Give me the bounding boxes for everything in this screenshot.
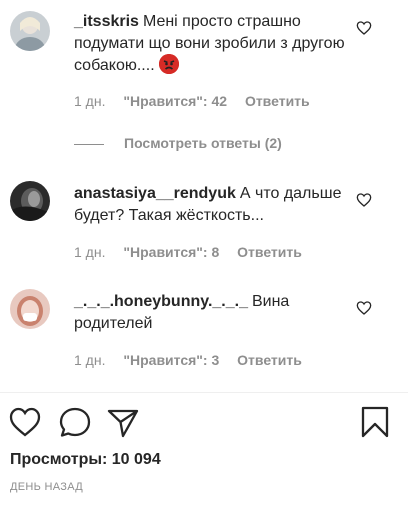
- angry-face-emoji-icon: [159, 53, 180, 74]
- comment-username[interactable]: anastasiya__rendyuk: [74, 185, 236, 202]
- divider: [0, 392, 408, 393]
- avatar[interactable]: [10, 289, 50, 329]
- comment-time: 1 дн.: [74, 244, 106, 260]
- comment-likes[interactable]: "Нравится": 42: [123, 93, 227, 109]
- reply-button[interactable]: Ответить: [237, 352, 302, 368]
- comment-meta: 1 дн. "Нравится": 8 Ответить: [74, 244, 316, 260]
- comment-time: 1 дн.: [74, 352, 106, 368]
- comment-likes[interactable]: "Нравится": 8: [123, 244, 219, 260]
- comment-username[interactable]: _._._.honeybunny._._._: [74, 293, 248, 310]
- view-replies-button[interactable]: Посмотреть ответы (2): [74, 135, 282, 151]
- views-count: Просмотры: 10 094: [10, 451, 161, 468]
- comment-text: _._._.honeybunny._._._ Вина родителей: [74, 291, 350, 335]
- reply-button[interactable]: Ответить: [245, 93, 310, 109]
- comment-time: 1 дн.: [74, 93, 106, 109]
- share-icon[interactable]: [106, 404, 140, 440]
- avatar[interactable]: [10, 11, 50, 51]
- comment-text: anastasiya__rendyuk А что дальше будет? Т…: [74, 183, 350, 227]
- comment-meta: 1 дн. "Нравится": 3 Ответить: [74, 352, 316, 368]
- comment-icon[interactable]: [58, 404, 92, 440]
- comment-likes[interactable]: "Нравится": 3: [123, 352, 219, 368]
- comment-username[interactable]: _itsskris: [74, 13, 139, 30]
- bookmark-icon[interactable]: [358, 404, 392, 440]
- like-comment-heart-icon[interactable]: [356, 300, 372, 316]
- view-replies-label: Посмотреть ответы (2): [124, 135, 282, 151]
- comment-text: _itsskris Мені просто страшно подумати що…: [74, 11, 350, 77]
- comment-meta: 1 дн. "Нравится": 42 Ответить: [74, 93, 324, 109]
- reply-button[interactable]: Ответить: [237, 244, 302, 260]
- post-date[interactable]: ДЕНЬ НАЗАД: [10, 481, 83, 493]
- like-comment-heart-icon[interactable]: [356, 20, 372, 36]
- heart-icon[interactable]: [8, 404, 42, 440]
- avatar[interactable]: [10, 181, 50, 221]
- like-comment-heart-icon[interactable]: [356, 192, 372, 208]
- replies-line: [74, 143, 104, 145]
